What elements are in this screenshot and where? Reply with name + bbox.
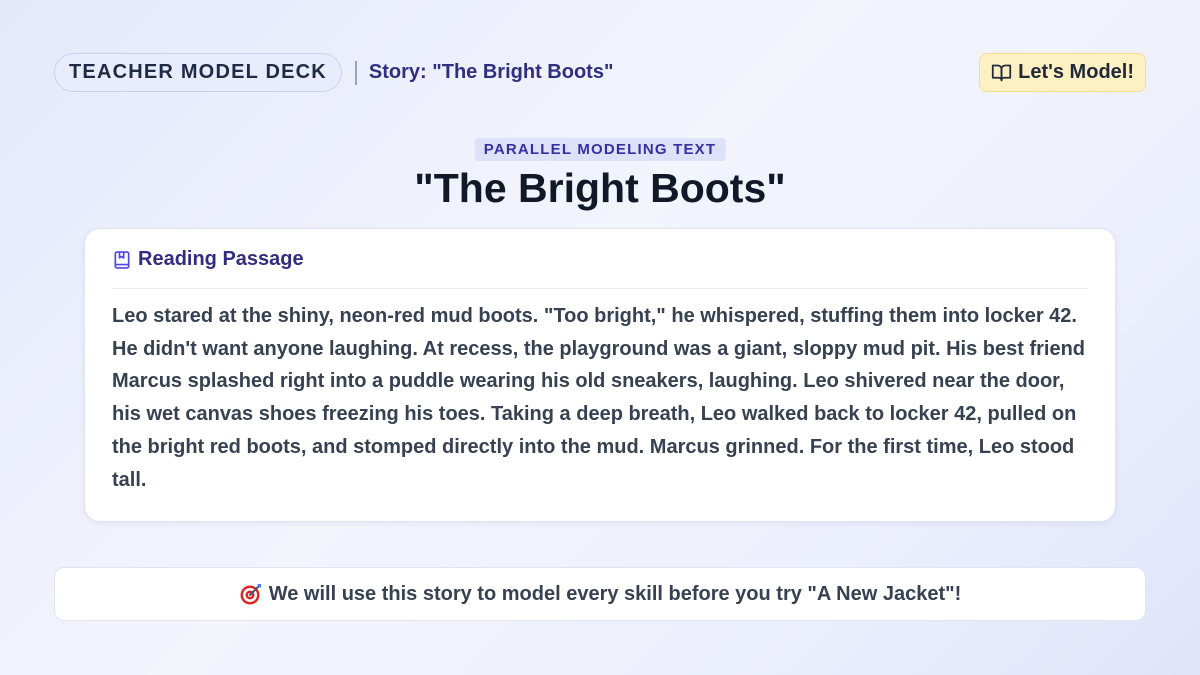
deck-label: TEACHER MODEL DECK [54,53,342,92]
reading-passage-card: Reading Passage Leo stared at the shiny,… [84,228,1116,522]
lets-model-button[interactable]: Let's Model! [979,53,1146,92]
top-header: TEACHER MODEL DECK Story: "The Bright Bo… [54,53,1146,92]
header-divider [354,60,357,85]
card-heading: Reading Passage [138,248,304,270]
banner-text: We will use this story to model every sk… [268,582,962,605]
target-dart-icon [240,584,261,605]
goal-banner: We will use this story to model every sk… [54,567,1146,621]
story-label: Story: "The Bright Boots" [368,61,614,83]
open-book-icon [992,64,1012,82]
page-title: "The Bright Boots" [414,165,786,211]
lets-model-label: Let's Model! [1018,61,1134,83]
bookmark-book-icon [114,250,130,269]
card-header: Reading Passage [112,229,1088,289]
passage-text: Leo stared at the shiny, neon-red mud bo… [112,305,1086,491]
section-tag: PARALLEL MODELING TEXT [474,138,726,161]
